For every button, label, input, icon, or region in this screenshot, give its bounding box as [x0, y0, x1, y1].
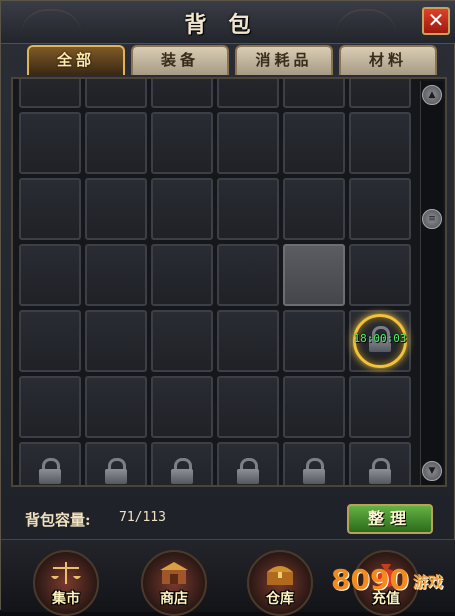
inventory-slot[interactable] [19, 244, 81, 306]
tab-consumables[interactable]: 消耗品 [235, 45, 333, 75]
inventory-slot[interactable] [151, 310, 213, 372]
inventory-slot[interactable] [19, 376, 81, 438]
inventory-slot[interactable] [217, 310, 279, 372]
inventory-slot[interactable] [283, 310, 345, 372]
market-button[interactable]: 集市 [33, 550, 99, 616]
watermark-number: 8090 [331, 563, 409, 596]
unlock-timer: 18:00:03 [353, 332, 407, 345]
lock-icon [237, 458, 259, 485]
inventory-slot[interactable] [19, 112, 81, 174]
scales-icon [51, 562, 81, 584]
unlock-timer-slot[interactable]: 18:00:03 [349, 310, 411, 372]
inventory-slot[interactable] [19, 79, 81, 108]
inventory-slot[interactable] [349, 79, 411, 108]
inventory-slot[interactable] [151, 244, 213, 306]
locked-slot[interactable] [19, 442, 81, 485]
scrollbar[interactable]: ▲ ≡ ▼ [420, 81, 443, 485]
inventory-slot[interactable] [151, 376, 213, 438]
lock-icon [369, 458, 391, 485]
inventory-slot[interactable] [151, 112, 213, 174]
window-title: 背包 [184, 12, 273, 38]
inventory-slot[interactable] [85, 244, 147, 306]
locked-slot[interactable] [151, 442, 213, 485]
inventory-slot[interactable] [349, 112, 411, 174]
close-button[interactable]: ✕ [422, 7, 450, 35]
sort-button[interactable]: 整理 [347, 504, 433, 534]
lock-icon [171, 458, 193, 485]
shop-label: 商店 [160, 591, 188, 607]
market-label: 集市 [52, 591, 80, 607]
inventory-slot[interactable] [217, 178, 279, 240]
warehouse-label: 仓库 [266, 591, 294, 607]
inventory-slot[interactable] [151, 79, 213, 108]
shop-button[interactable]: 商店 [141, 550, 207, 616]
inventory-slot[interactable] [349, 376, 411, 438]
inventory-panel: 18:00:03 [11, 77, 447, 487]
capacity-value: 71/113 [119, 510, 166, 525]
locked-slot[interactable] [283, 442, 345, 485]
title-bar: 背包 ✕ [1, 1, 455, 44]
capacity-label: 背包容量: [25, 511, 91, 529]
shop-icon [160, 562, 188, 584]
locked-slot[interactable] [349, 442, 411, 485]
lock-icon [39, 458, 61, 485]
watermark-text: 游戏 [413, 573, 444, 591]
site-watermark: 8090 游戏 [331, 561, 451, 601]
inventory-slot[interactable] [283, 79, 345, 108]
tab-equipment[interactable]: 装备 [131, 45, 229, 75]
inventory-slot[interactable] [85, 79, 147, 108]
inventory-window: 背包 ✕ 全部 装备 消耗品 材料 18:00:03 ▲ ≡ ▼ 背包容量: 7… [0, 0, 455, 616]
lock-icon [303, 458, 325, 485]
inventory-slot[interactable] [349, 244, 411, 306]
locked-slot[interactable] [217, 442, 279, 485]
inventory-slot[interactable] [19, 310, 81, 372]
inventory-slot[interactable] [349, 178, 411, 240]
inventory-slot[interactable] [217, 79, 279, 108]
inventory-slot[interactable] [151, 178, 213, 240]
inventory-slot[interactable] [217, 376, 279, 438]
tab-bar: 全部 装备 消耗品 材料 [27, 45, 447, 77]
treasure-chest-icon [267, 566, 293, 585]
inventory-slot[interactable] [19, 178, 81, 240]
scroll-thumb-grip-icon[interactable]: ≡ [422, 209, 442, 229]
inventory-slot[interactable] [85, 112, 147, 174]
inventory-slot[interactable] [217, 244, 279, 306]
tab-all[interactable]: 全部 [27, 45, 125, 75]
inventory-slot[interactable] [283, 376, 345, 438]
inventory-slot[interactable] [217, 112, 279, 174]
lock-icon [105, 458, 127, 485]
inventory-slot[interactable] [85, 376, 147, 438]
locked-slot[interactable] [85, 442, 147, 485]
warehouse-button[interactable]: 仓库 [247, 550, 313, 616]
scroll-up-icon[interactable]: ▲ [422, 85, 442, 105]
inventory-slot[interactable] [85, 310, 147, 372]
inventory-grid: 18:00:03 [19, 79, 411, 485]
tab-materials[interactable]: 材料 [339, 45, 437, 75]
inventory-slot[interactable] [283, 178, 345, 240]
inventory-slot[interactable] [283, 112, 345, 174]
inventory-slot[interactable] [85, 178, 147, 240]
selected-slot[interactable] [283, 244, 345, 306]
scroll-down-icon[interactable]: ▼ [422, 461, 442, 481]
